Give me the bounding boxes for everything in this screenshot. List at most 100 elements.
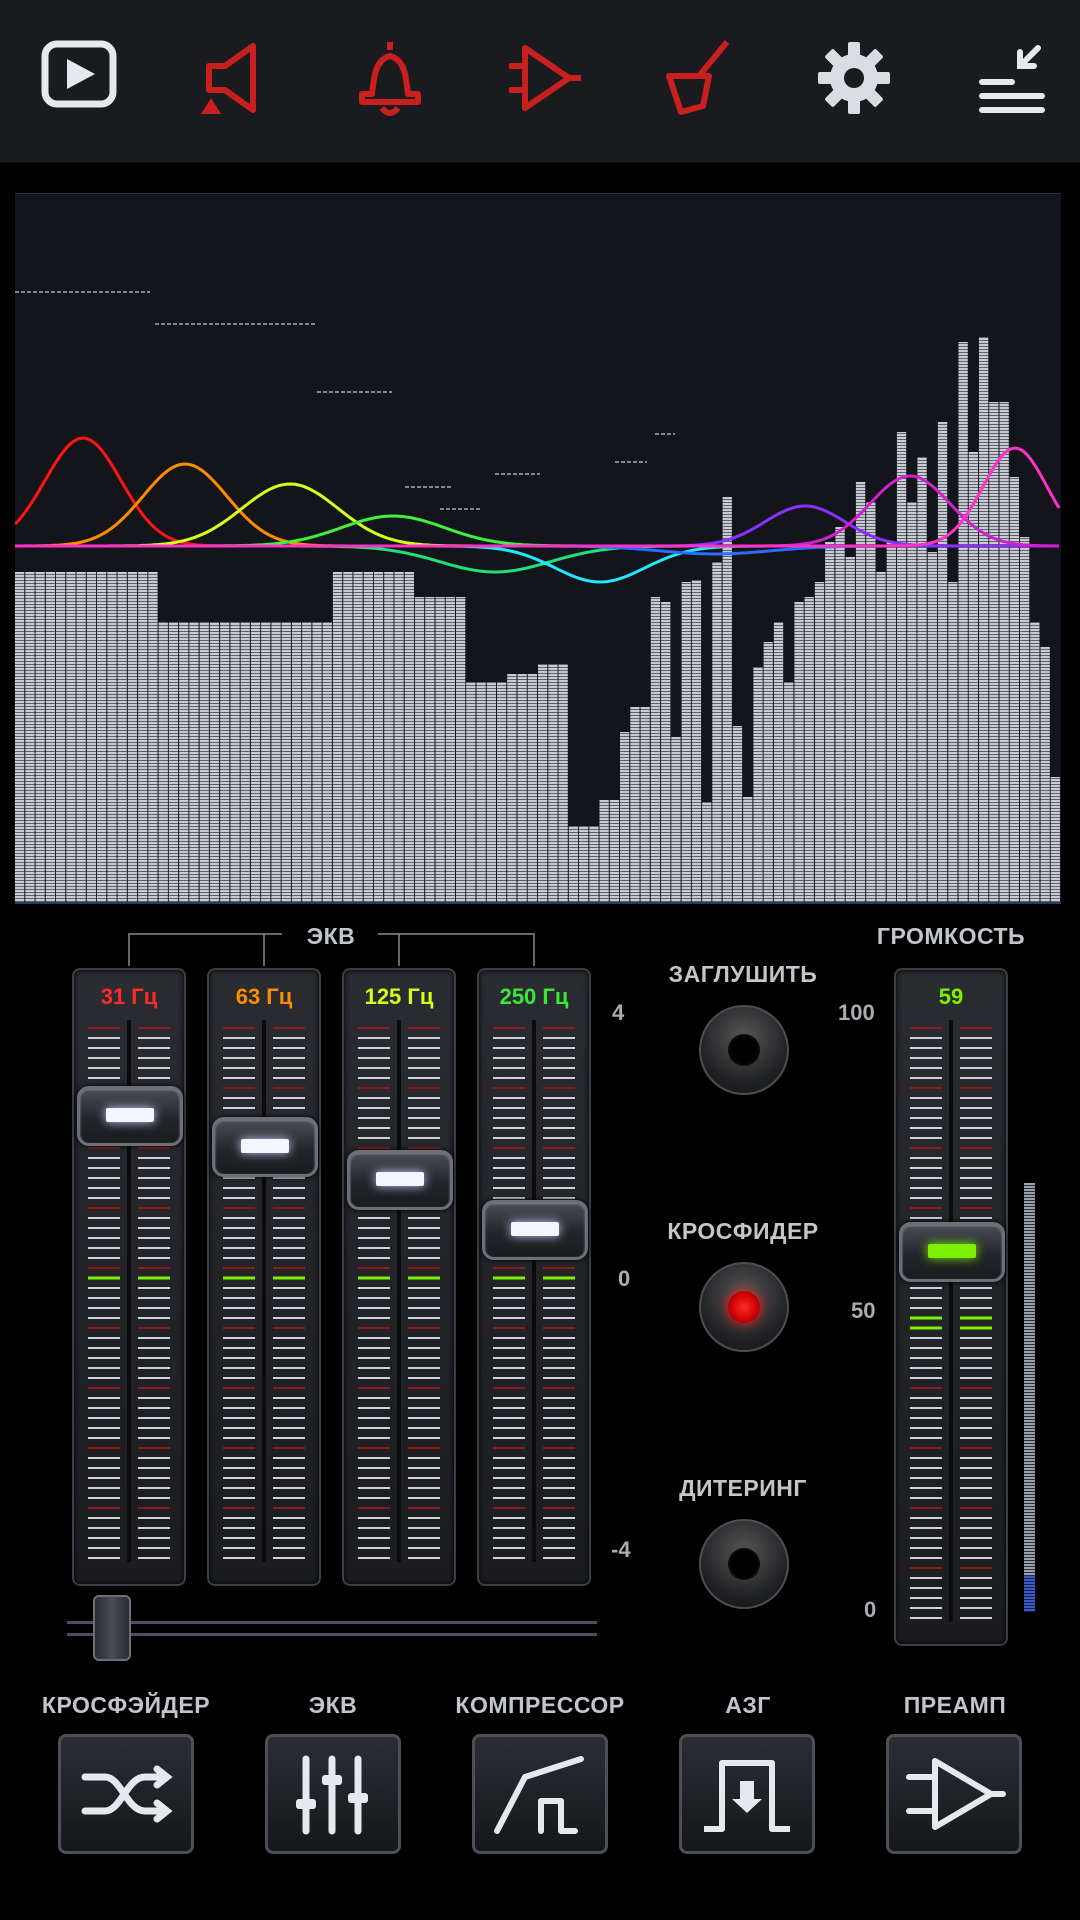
spectrum-bar: [168, 622, 179, 902]
spectrum-bar: [814, 582, 825, 902]
broom-icon[interactable]: [644, 26, 754, 130]
eq-fader-31[interactable]: 31 Гц: [72, 968, 186, 1586]
spectrum-bar: [1040, 647, 1050, 902]
spectrum-bar: [661, 602, 671, 902]
mute-button[interactable]: [699, 1005, 789, 1095]
spectrum-bar: [312, 622, 322, 902]
spectrum-bar: [640, 707, 650, 902]
crossfade-button[interactable]: [58, 1734, 194, 1854]
spectrum-bar: [497, 682, 507, 902]
slider-track: [67, 1633, 597, 1636]
spectrum-bar: [66, 572, 76, 902]
spectrum-bar: [107, 572, 117, 902]
spectrum-graph: [15, 291, 1061, 902]
eq-fader-250[interactable]: 250 Гц: [477, 968, 591, 1586]
preamp-button[interactable]: [886, 1734, 1022, 1854]
spectrum-bar: [76, 572, 86, 902]
spectrum-bar: [732, 726, 743, 902]
spectrum-bar: [517, 674, 527, 902]
spectrum-bar: [302, 622, 312, 902]
spectrum-bar: [579, 826, 589, 902]
spectrum-bar: [671, 737, 681, 902]
volume-fader[interactable]: 59: [894, 968, 1008, 1646]
spectrum-bar: [466, 682, 476, 902]
eq-fader-125[interactable]: 125 Гц: [342, 968, 456, 1586]
fader-track: [949, 1020, 953, 1622]
fader-scale: [223, 1020, 305, 1562]
volume-level-meter: [1024, 1183, 1035, 1612]
knob-indicator: [241, 1139, 289, 1153]
speaker-icon[interactable]: [180, 26, 290, 130]
amplifier-icon[interactable]: [488, 26, 598, 130]
shuffle-icon: [81, 1765, 173, 1823]
agc-button[interactable]: [679, 1734, 815, 1854]
eq-nav-label: ЭКВ: [308, 1692, 358, 1718]
preamp-icon: [906, 1758, 1006, 1830]
fader-scale: [493, 1020, 575, 1562]
spectrum-bar: [230, 622, 240, 902]
spectrum-bar: [835, 527, 845, 902]
eq-scale-top: 4: [612, 1000, 625, 1025]
spectrum-bar: [989, 402, 999, 902]
volume-scale-mid: 50: [851, 1298, 876, 1323]
spectrum-bar: [907, 502, 917, 902]
spectrum-bar: [158, 622, 168, 902]
crossfade-label: КРОСФЭЙДЕР: [41, 1692, 211, 1718]
spectrum-bar: [456, 597, 466, 902]
spectrum-bar: [127, 572, 138, 902]
spectrum-bar: [691, 580, 702, 902]
crossfeed-button[interactable]: [699, 1262, 789, 1352]
spectrum-bar: [620, 732, 630, 902]
spectrum-bar: [886, 542, 896, 902]
balance-slider[interactable]: [67, 1595, 597, 1661]
spectrum-bar: [148, 572, 158, 902]
slider-thumb[interactable]: [93, 1595, 131, 1661]
spectrum-bar: [568, 826, 579, 902]
spectrum-bar: [968, 452, 978, 902]
spectrum-bar: [896, 432, 907, 902]
eq-scale-bottom: -4: [611, 1537, 631, 1562]
spectrum-bar: [650, 597, 661, 902]
spectrum-bar: [630, 707, 640, 902]
spectrum-bar: [414, 597, 425, 902]
spectrum-bar: [979, 337, 989, 902]
mute-indicator: [728, 1034, 760, 1066]
eq-knob-31[interactable]: [77, 1086, 183, 1146]
play-icon[interactable]: [24, 26, 134, 130]
eq-knob-250[interactable]: [482, 1200, 588, 1260]
volume-knob[interactable]: [899, 1222, 1005, 1282]
knob-indicator: [376, 1172, 424, 1186]
spectrum-bar: [35, 572, 45, 902]
spectrum-bar: [373, 572, 384, 902]
gear-icon[interactable]: [799, 26, 909, 130]
spectrum-bar: [527, 674, 537, 902]
spectrum-analyzer: [15, 193, 1061, 904]
spectrum-bar: [445, 597, 455, 902]
spectrum-bar: [220, 622, 230, 902]
dither-button[interactable]: [699, 1519, 789, 1609]
spectrum-bar: [271, 622, 281, 902]
spectrum-bar: [56, 572, 66, 902]
collapse-menu-icon[interactable]: [955, 26, 1065, 130]
eq-fader-63[interactable]: 63 Гц: [207, 968, 321, 1586]
eq-nav-button[interactable]: [265, 1734, 401, 1854]
spectrum-bar: [825, 542, 835, 902]
fader-track: [532, 1020, 536, 1562]
fader-scale: [358, 1020, 440, 1562]
eq-title: ЭКВ: [306, 923, 356, 949]
crossfeed-indicator: [728, 1291, 760, 1323]
eq-bracket: [128, 933, 535, 966]
spectrum-bar: [189, 622, 199, 902]
spectrum-bar: [353, 572, 363, 902]
eq-knob-125[interactable]: [347, 1150, 453, 1210]
compressor-button[interactable]: [472, 1734, 608, 1854]
spectrum-bar: [322, 622, 332, 902]
knob-indicator: [106, 1108, 154, 1122]
preamp-label: ПРЕАМП: [903, 1692, 1007, 1718]
spectrum-bar: [250, 622, 261, 902]
spectrum-bar: [384, 572, 394, 902]
spectrum-bar: [240, 622, 250, 902]
spectrum-bar: [394, 572, 404, 902]
eq-knob-63[interactable]: [212, 1117, 318, 1177]
bell-icon[interactable]: [335, 26, 445, 130]
